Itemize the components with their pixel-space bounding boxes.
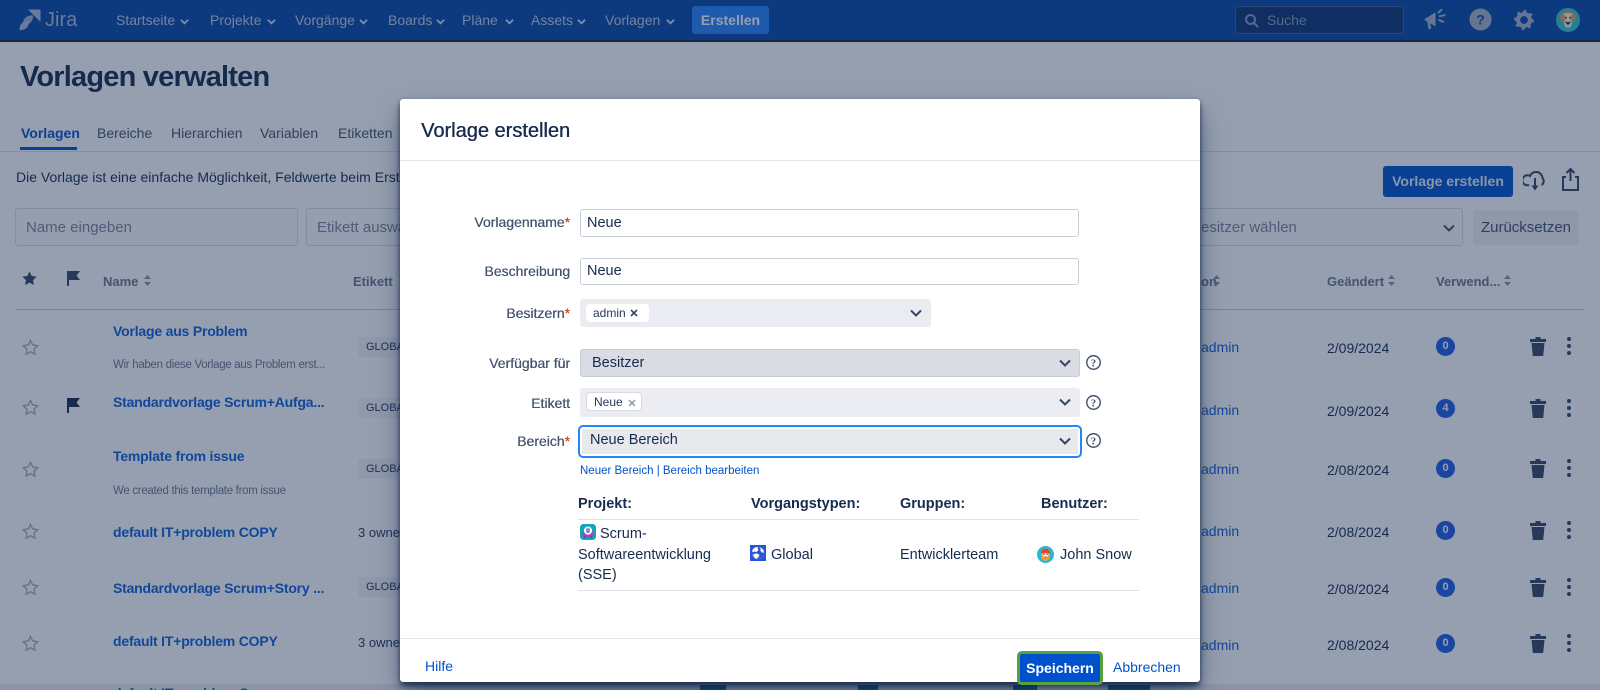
svg-text:?: ? <box>1091 435 1096 447</box>
svg-text:?: ? <box>1091 397 1096 409</box>
svg-text:?: ? <box>1091 357 1096 369</box>
